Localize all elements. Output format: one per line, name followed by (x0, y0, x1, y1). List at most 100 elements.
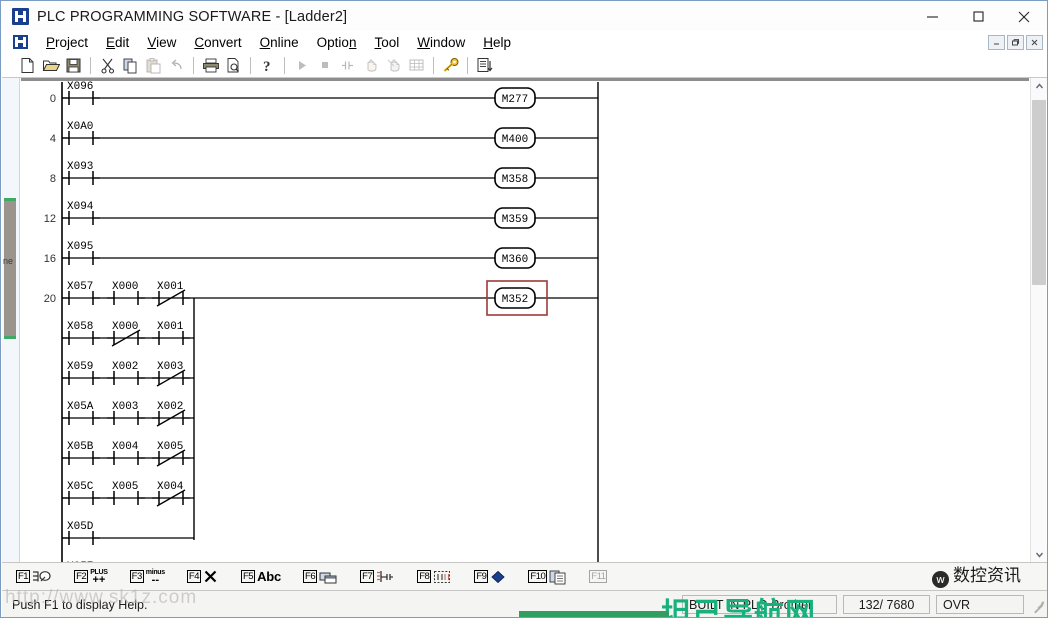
contact-no[interactable]: X001 (152, 321, 190, 345)
ladder-rung[interactable]: 8 X093 M358 (50, 161, 598, 189)
contact-no[interactable]: X058 (62, 321, 100, 345)
contact-no[interactable]: X05A (62, 401, 100, 425)
output-coil[interactable]: M277 (494, 87, 536, 109)
scroll-down-arrow-icon[interactable] (1031, 546, 1047, 562)
output-coil[interactable]: M360 (494, 247, 536, 269)
contact-no[interactable]: X005 (107, 481, 145, 505)
contact-nc[interactable]: X003 (152, 361, 190, 387)
draw-line-key[interactable]: F1 (16, 566, 52, 588)
output-coil[interactable]: M400 (494, 127, 536, 149)
grid-table-icon[interactable] (405, 54, 428, 76)
ladder-rung[interactable]: 16 X095 M360 (44, 241, 598, 269)
mdi-close-button[interactable] (1026, 34, 1043, 50)
scrollbar-thumb[interactable] (1032, 100, 1046, 285)
select-area-key[interactable]: F8 (417, 566, 452, 588)
scroll-up-arrow-icon[interactable] (1031, 78, 1047, 94)
menu-item-edit[interactable]: Edit (97, 33, 138, 52)
menu-item-window[interactable]: Window (408, 33, 474, 52)
menu-item-help[interactable]: Help (474, 33, 520, 52)
contact-label: X0A0 (67, 121, 93, 133)
ladder-branch[interactable]: X05B X004 X005 (62, 441, 194, 467)
contact-label: X05B (67, 441, 94, 453)
contact-no[interactable]: X05D (62, 521, 100, 545)
ladder-branch[interactable]: X05D (62, 521, 194, 545)
copy-key[interactable]: F10 (528, 566, 567, 588)
menu-item-tool[interactable]: Tool (365, 33, 408, 52)
key-icon[interactable] (439, 54, 462, 76)
ladder-diagram[interactable]: 0 X096 M277 4 X0A0 M400 8 X093 M358 12 X094 M359 16 X… (21, 78, 1029, 562)
contact-no[interactable]: X05B (62, 441, 100, 465)
window-key[interactable]: F6 (303, 566, 338, 588)
contact-no[interactable]: X004 (107, 441, 145, 465)
contact-nc[interactable]: X004 (152, 481, 190, 507)
mdi-minimize-button[interactable] (988, 34, 1005, 50)
contact-no[interactable]: X0A0 (62, 121, 100, 145)
contact-no[interactable]: X000 (107, 281, 145, 305)
ladder-rung[interactable]: 20 X057 X000 X001 M352 (44, 280, 598, 316)
ladder-rung[interactable]: 4 X0A0 M400 (50, 121, 598, 149)
diamond-key[interactable]: F9 (474, 566, 506, 588)
function-key-bar: F1 F2 PLUS ++ F3 minus -- F4 F5 Abc F6 F7 F8 F9 F10 F11 (2, 562, 1047, 591)
hand-write-icon[interactable] (382, 54, 405, 76)
ladder-svg[interactable]: 0 X096 M277 4 X0A0 M400 8 X093 M358 12 X094 M359 16 X… (21, 78, 1029, 562)
text-key[interactable]: F5 Abc (240, 566, 281, 588)
contact-no[interactable]: X05C (62, 481, 100, 505)
list-down-icon[interactable] (473, 54, 496, 76)
contact-no[interactable]: X057 (62, 281, 100, 305)
hand-icon[interactable] (359, 54, 382, 76)
menu-item-online[interactable]: Online (251, 33, 308, 52)
contact-no[interactable]: X059 (62, 361, 100, 385)
contact-nc[interactable]: X001 (152, 281, 190, 307)
ladder-rung[interactable]: 12 X094 M359 (44, 201, 598, 229)
menu-item-view[interactable]: View (138, 33, 185, 52)
ladder-branch[interactable]: X05C X005 X004 (62, 481, 194, 507)
undo-arrow-icon[interactable] (165, 54, 188, 76)
stop-square-icon[interactable] (313, 54, 336, 76)
print-preview-icon[interactable] (222, 54, 245, 76)
vertical-scrollbar[interactable] (1030, 78, 1047, 562)
delete-key[interactable]: F4 (186, 566, 219, 588)
ladder-branch[interactable]: X058 X000 X001 (62, 321, 194, 347)
app-logo-icon (12, 8, 29, 25)
minus-icon: minus -- (146, 568, 165, 586)
contact-no[interactable]: X093 (62, 161, 100, 185)
contact-no[interactable]: X096 (62, 81, 100, 105)
menu-item-project[interactable]: Project (37, 33, 97, 52)
plus-icon: PLUS ++ (90, 568, 108, 586)
contact-nc[interactable]: X002 (152, 401, 190, 427)
cut-scissors-icon[interactable] (96, 54, 119, 76)
plus-key[interactable]: F2 PLUS ++ (74, 566, 108, 588)
output-coil[interactable]: M358 (494, 167, 536, 189)
open-folder-icon[interactable] (39, 54, 62, 76)
contact-no[interactable]: X094 (62, 201, 100, 225)
ladder-branch[interactable]: X059 X002 X003 (62, 361, 194, 387)
resize-grip[interactable] (1030, 598, 1045, 614)
ladder-rung[interactable]: 0 X096 M277 (50, 81, 598, 109)
close-button[interactable] (1001, 2, 1047, 31)
help-question-icon[interactable]: ? (256, 54, 279, 76)
output-coil[interactable]: M359 (494, 207, 536, 229)
contact-no[interactable]: X095 (62, 241, 100, 265)
menu-item-option[interactable]: Option (308, 33, 366, 52)
contact-label: X058 (67, 321, 93, 333)
mdi-restore-button[interactable] (1007, 34, 1024, 50)
circuit-key[interactable]: F7 (360, 566, 395, 588)
output-coil[interactable]: M352 (494, 287, 536, 309)
menu-item-convert[interactable]: Convert (185, 33, 250, 52)
maximize-button[interactable] (955, 2, 1001, 31)
run-play-icon[interactable] (290, 54, 313, 76)
copy-icon[interactable] (119, 54, 142, 76)
ladder-branch[interactable]: X05A X003 X002 (62, 401, 194, 427)
contact-no[interactable]: X003 (107, 401, 145, 425)
contact-nc[interactable]: X000 (107, 321, 145, 347)
save-disk-icon[interactable] (62, 54, 85, 76)
print-icon[interactable] (199, 54, 222, 76)
minimize-button[interactable] (909, 2, 955, 31)
paste-icon[interactable] (142, 54, 165, 76)
new-file-icon[interactable] (16, 54, 39, 76)
contact-no[interactable]: X002 (107, 361, 145, 385)
contact-icon[interactable] (336, 54, 359, 76)
contact-nc[interactable]: X005 (152, 441, 190, 467)
minus-key[interactable]: F3 minus -- (129, 566, 165, 588)
coil-label: M400 (502, 134, 528, 146)
